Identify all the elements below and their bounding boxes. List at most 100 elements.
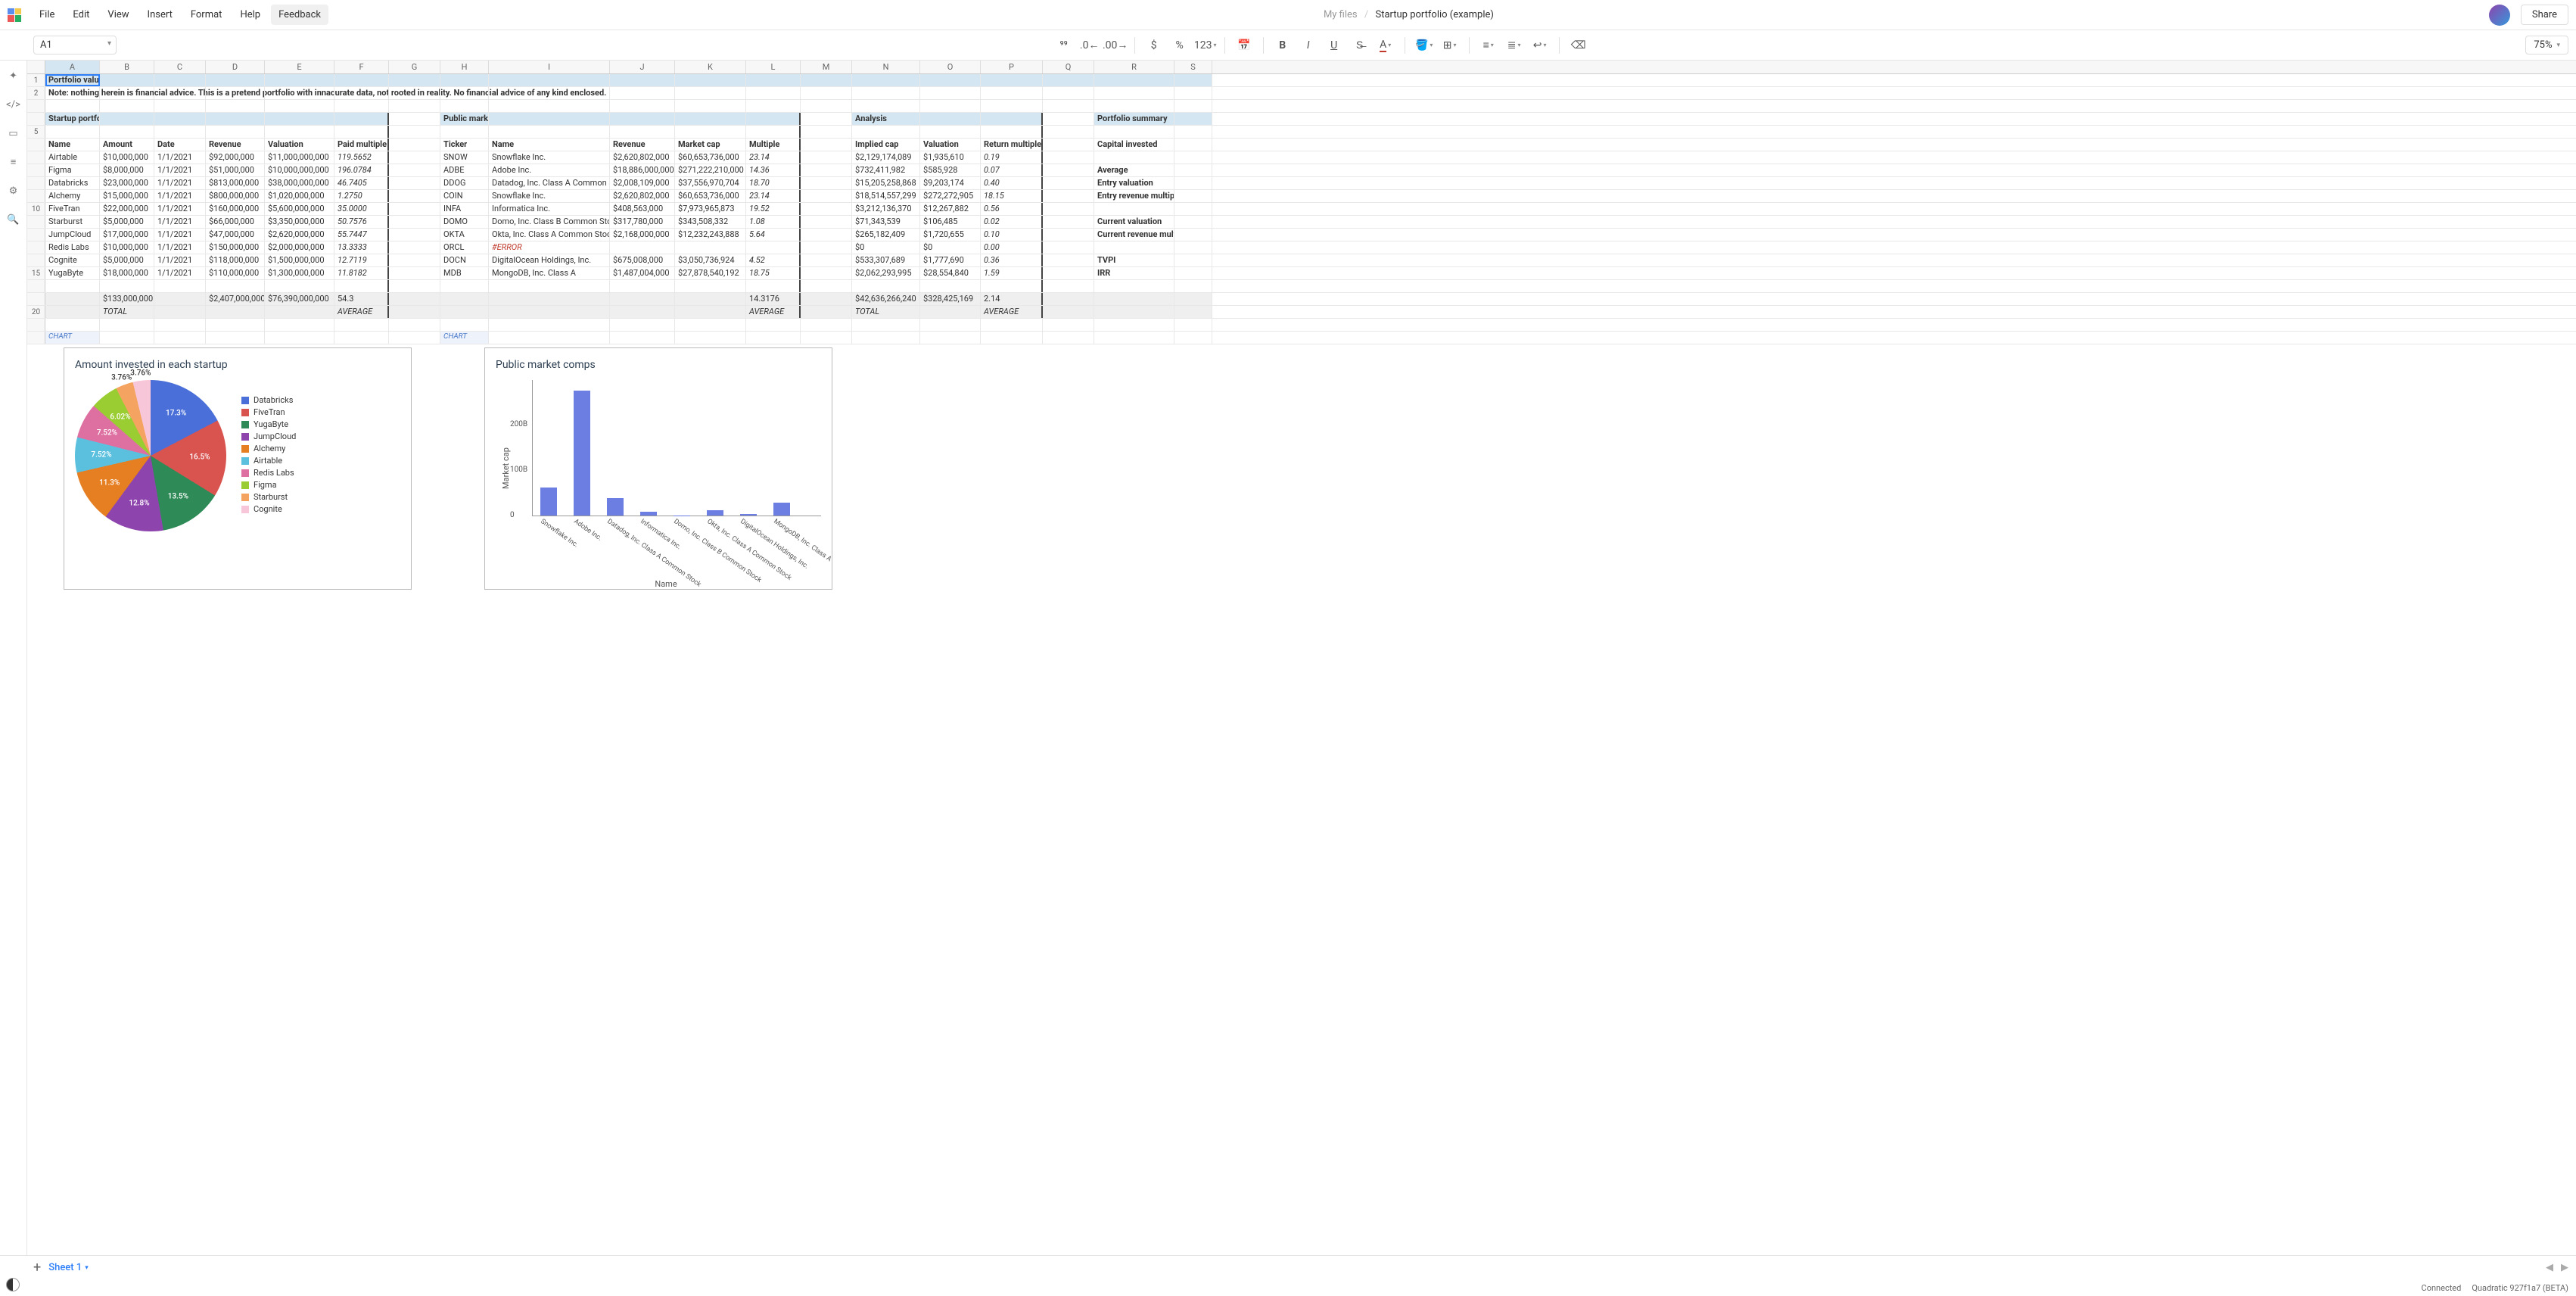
cell[interactable]: 1.08 (746, 216, 801, 228)
italic-icon[interactable]: I (1299, 36, 1318, 55)
cell[interactable]: $92,000,000 (206, 151, 265, 164)
cell[interactable] (389, 126, 440, 138)
cell[interactable] (489, 306, 610, 318)
cell[interactable]: Average (1094, 164, 1174, 176)
app-logo[interactable] (8, 8, 21, 22)
cell[interactable] (1174, 293, 1212, 305)
cell[interactable]: 0.56 (981, 203, 1043, 215)
cell[interactable] (1043, 164, 1094, 176)
cell[interactable]: Airtable (45, 151, 100, 164)
row-header[interactable] (27, 139, 45, 151)
cell[interactable] (1043, 306, 1094, 318)
cell[interactable] (1094, 280, 1174, 292)
cell[interactable] (801, 100, 852, 112)
col-header[interactable]: K (675, 61, 746, 73)
cell[interactable]: Cognite (45, 254, 100, 266)
cell[interactable] (1043, 151, 1094, 164)
row-header[interactable] (27, 100, 45, 112)
cell[interactable] (1094, 74, 1174, 86)
add-sheet-button[interactable]: + (33, 1260, 41, 1276)
cell[interactable] (334, 113, 389, 125)
cell[interactable] (801, 151, 852, 164)
cell[interactable]: DOMO (440, 216, 489, 228)
cell[interactable] (801, 190, 852, 202)
cell[interactable] (1043, 203, 1094, 215)
cell[interactable]: 19.52 (746, 203, 801, 215)
cell[interactable] (746, 87, 801, 99)
cell[interactable]: $1,500,000,000 (265, 254, 334, 266)
cell[interactable]: $533,307,689 (852, 254, 920, 266)
fill-color-icon[interactable]: 🪣 (1414, 36, 1434, 55)
cell[interactable] (154, 74, 206, 86)
cell[interactable]: $5,000,000 (100, 216, 154, 228)
cell[interactable]: Okta, Inc. Class A Common Stock (489, 229, 610, 241)
cell[interactable] (852, 332, 920, 344)
cell[interactable] (981, 100, 1043, 112)
col-header[interactable]: D (206, 61, 265, 73)
cell[interactable] (334, 87, 389, 99)
cell[interactable]: $2,062,293,995 (852, 267, 920, 279)
cell[interactable]: CHART (440, 332, 489, 344)
cell[interactable] (489, 293, 610, 305)
cell[interactable]: AVERAGE (334, 306, 389, 318)
cell[interactable] (489, 74, 610, 86)
cell[interactable]: Portfolio valuation analysis by revenue … (45, 74, 100, 86)
cell[interactable]: $106,485 (920, 216, 981, 228)
col-header[interactable]: S (1174, 61, 1212, 73)
cell[interactable]: 46.7405 (334, 177, 389, 189)
cell[interactable]: 1/1/2021 (154, 229, 206, 241)
cell[interactable] (675, 74, 746, 86)
cell[interactable]: 1/1/2021 (154, 203, 206, 215)
cell[interactable]: $27,878,540,192 (675, 267, 746, 279)
cell[interactable] (389, 267, 440, 279)
cell[interactable] (389, 203, 440, 215)
col-header[interactable]: G (389, 61, 440, 73)
cell[interactable] (100, 74, 154, 86)
chart-bar[interactable]: Public market comps Market cap 0 100B 20… (484, 347, 832, 590)
cell[interactable] (440, 319, 489, 331)
cell[interactable] (1094, 126, 1174, 138)
cell[interactable] (675, 100, 746, 112)
cell[interactable] (801, 254, 852, 266)
cell[interactable] (206, 74, 265, 86)
cell[interactable] (440, 74, 489, 86)
menu-file[interactable]: File (32, 5, 62, 25)
cell[interactable] (206, 319, 265, 331)
col-header[interactable]: N (852, 61, 920, 73)
cell[interactable]: $3,050,736,924 (675, 254, 746, 266)
cell[interactable]: Startup portfolio (45, 113, 100, 125)
ai-icon[interactable]: ✦ (5, 67, 23, 85)
cell[interactable] (746, 100, 801, 112)
cell[interactable]: 18.70 (746, 177, 801, 189)
cell[interactable] (675, 113, 746, 125)
cell[interactable]: $60,653,736,000 (675, 151, 746, 164)
cell[interactable] (801, 139, 852, 151)
cell[interactable]: $12,267,882 (920, 203, 981, 215)
cell[interactable]: Figma (45, 164, 100, 176)
row-header[interactable] (27, 241, 45, 254)
cell[interactable]: $47,000,000 (206, 229, 265, 241)
cell[interactable]: $5,600,000,000 (265, 203, 334, 215)
cell[interactable] (1043, 293, 1094, 305)
row-header[interactable]: 5 (27, 126, 45, 138)
cell[interactable] (610, 113, 675, 125)
cell[interactable] (675, 126, 746, 138)
cell[interactable] (610, 319, 675, 331)
cell[interactable] (206, 332, 265, 344)
cell[interactable] (1094, 293, 1174, 305)
cell-reference-input[interactable]: A1 (33, 36, 117, 55)
cell[interactable] (265, 126, 334, 138)
cell[interactable] (206, 87, 265, 99)
increase-decimal-icon[interactable]: .00→ (1106, 36, 1125, 55)
cell[interactable]: Snowflake Inc. (489, 151, 610, 164)
col-header[interactable]: P (981, 61, 1043, 73)
cell[interactable] (100, 87, 154, 99)
cell[interactable] (852, 87, 920, 99)
cell[interactable]: 196.0784 (334, 164, 389, 176)
cell[interactable] (981, 87, 1043, 99)
cell[interactable]: 50.7576 (334, 216, 389, 228)
cell[interactable]: Amount (100, 139, 154, 151)
cell[interactable]: $10,000,000 (100, 241, 154, 254)
cell[interactable] (154, 280, 206, 292)
cell[interactable]: Name (45, 139, 100, 151)
